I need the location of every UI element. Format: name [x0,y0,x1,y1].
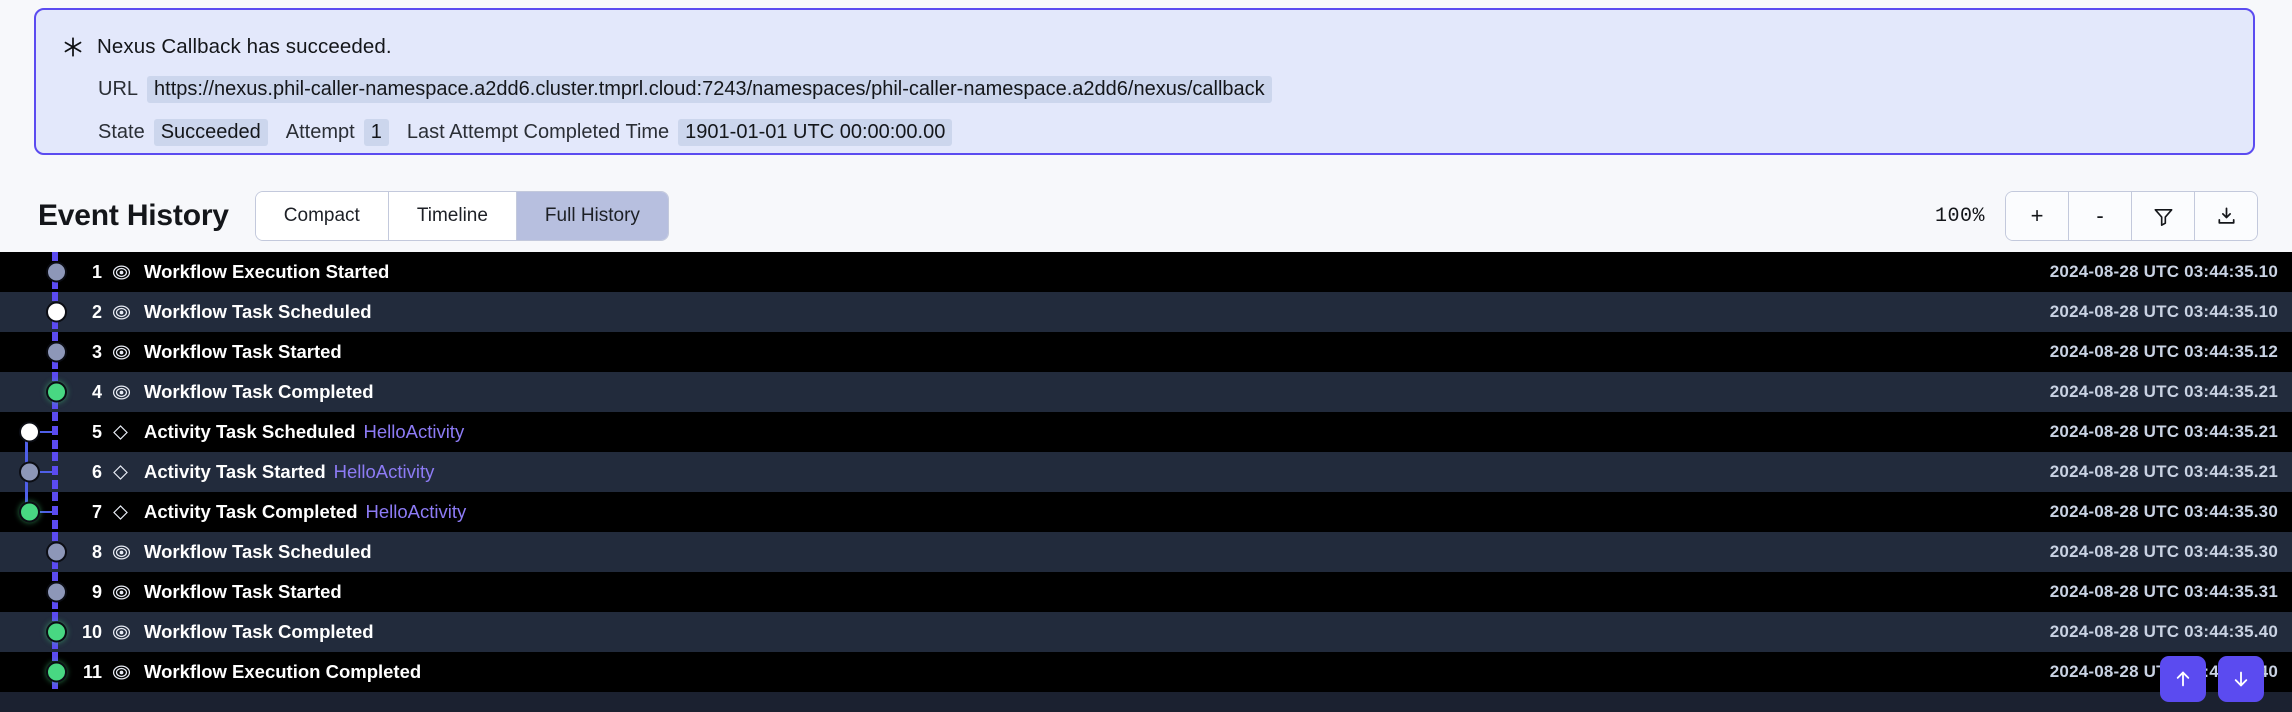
event-status-marker [19,461,40,483]
table-row[interactable]: 3 Workflow Task Started 2024-08-28 UTC 03:… [0,332,2292,372]
view-mode-segmented-control: Compact Timeline Full History [254,191,669,241]
event-name: Workflow Execution Started [144,261,390,282]
history-controls-group: + - [2005,191,2258,241]
event-timestamp: 2024-08-28 UTC 03:44:35.30 [2049,542,2278,561]
table-row[interactable]: 5 Activity Task Scheduled HelloActivity 202… [0,412,2292,452]
table-row[interactable]: 9 Workflow Task Started 2024-08-28 UTC 03:… [0,572,2292,612]
workflow-icon [112,583,138,602]
event-timestamp: 2024-08-28 UTC 03:44:35.10 [2049,302,2278,321]
event-timestamp: 2024-08-28 UTC 03:44:35.21 [2049,422,2278,441]
scroll-nav-buttons [2160,656,2264,702]
activity-diamond-icon [112,464,138,481]
download-icon[interactable] [2195,192,2257,240]
url-value: https://nexus.phil-caller-namespace.a2dd… [147,76,1272,103]
workflow-icon [112,263,138,282]
event-detail-link[interactable]: HelloActivity [334,461,435,482]
event-id: 4 [91,381,102,402]
banner-title-row: Nexus Callback has succeeded. [62,32,2227,62]
event-name: Activity Task Completed HelloActivity [144,501,467,522]
event-id: 9 [91,581,102,602]
event-name: Workflow Task Scheduled [144,541,372,562]
state-label: State [98,121,145,143]
event-name: Workflow Task Started [144,341,342,362]
table-row[interactable]: 2 Workflow Task Scheduled 2024-08-28 UTC 0… [0,292,2292,332]
event-id: 2 [91,301,102,322]
table-row[interactable]: 10 Workflow Task Completed 2024-08-28 UTC … [0,612,2292,652]
asterisk-icon [62,36,84,58]
event-timestamp: 2024-08-28 UTC 03:44:35.12 [2049,342,2278,361]
tab-full-history[interactable]: Full History [516,192,668,240]
tab-timeline[interactable]: Timeline [388,192,517,240]
url-label: URL [98,78,139,100]
zoom-level-label: 100% [1934,204,1985,228]
event-timestamp: 2024-08-28 UTC 03:44:35.21 [2049,462,2278,481]
event-id: 5 [91,421,102,442]
workflow-icon [112,663,138,682]
event-name: Workflow Execution Completed [144,661,422,682]
event-id: 6 [91,461,102,482]
workflow-icon [112,303,138,322]
banner-title: Nexus Callback has succeeded. [97,35,392,58]
arrow-down-icon[interactable] [2218,656,2264,702]
event-name: Activity Task Started HelloActivity [144,461,435,482]
event-name: Activity Task Scheduled HelloActivity [144,421,465,442]
nexus-callback-banner: Nexus Callback has succeeded. URL https:… [34,8,2255,155]
zoom-in-button[interactable]: + [2006,192,2069,240]
attempt-value: 1 [363,119,389,146]
state-value: Succeeded [153,119,268,146]
event-id: 11 [82,661,102,682]
attempt-label: Attempt [285,121,355,143]
event-history-list[interactable]: 1 Workflow Execution Started 2024-08-28 UT… [0,252,2292,712]
event-id: 10 [81,621,102,642]
workflow-track [52,492,58,532]
event-id: 3 [91,341,102,362]
last-attempt-label: Last Attempt Completed Time [406,121,670,143]
event-timestamp: 2024-08-28 UTC 03:44:35.31 [2049,582,2278,601]
funnel-icon[interactable] [2132,192,2195,240]
event-timestamp: 2024-08-28 UTC 03:44:35.10 [2049,262,2278,281]
app-root: Nexus Callback has succeeded. URL https:… [0,0,2292,712]
workflow-icon [112,623,138,642]
event-name: Workflow Task Completed [144,621,374,642]
workflow-icon [112,383,138,402]
workflow-icon [112,343,138,362]
table-row[interactable]: 7 Activity Task Completed HelloActivity 202… [0,492,2292,532]
zoom-out-button[interactable]: - [2069,192,2132,240]
last-attempt-value: 1901-01-01 UTC 00:00:00.00 [678,119,953,146]
workflow-track [52,412,58,452]
event-timestamp: 2024-08-28 UTC 03:44:35.21 [2049,382,2278,401]
banner-url-row: URL https://nexus.phil-caller-namespace.… [62,76,2227,103]
table-row[interactable]: 4 Workflow Task Completed 2024-08-28 UTC 0… [0,372,2292,412]
workflow-icon [112,543,138,562]
event-timestamp: 2024-08-28 UTC 03:44:35.40 [2049,622,2278,641]
event-detail-link[interactable]: HelloActivity [363,421,464,442]
event-name: Workflow Task Completed [144,381,374,402]
table-row[interactable]: 11 Workflow Execution Completed 2024-08-28… [0,652,2292,692]
event-id: 8 [91,541,102,562]
arrow-up-icon[interactable] [2160,656,2206,702]
activity-diamond-icon [112,504,138,521]
activity-diamond-icon [112,424,138,441]
event-status-marker [19,501,40,523]
table-row[interactable]: 6 Activity Task Started HelloActivity 2024-… [0,452,2292,492]
tab-compact[interactable]: Compact [255,192,389,240]
event-name: Workflow Task Scheduled [144,301,372,322]
event-status-marker [19,421,40,443]
workflow-track [52,452,58,492]
table-row[interactable]: 8 Workflow Task Scheduled 2024-08-28 UTC 0… [0,532,2292,572]
event-name: Workflow Task Started [144,581,342,602]
table-row[interactable]: 1 Workflow Execution Started 2024-08-28 UT… [0,252,2292,292]
event-id: 1 [91,261,102,282]
banner-state-row: State Succeeded Attempt 1 Last Attempt C… [62,119,2227,146]
event-detail-link[interactable]: HelloActivity [366,501,467,522]
event-history-toolbar: Event History Compact Timeline Full Hist… [0,180,2292,252]
event-timestamp: 2024-08-28 UTC 03:44:35.30 [2049,502,2278,521]
page-title: Event History [38,199,229,232]
event-id: 7 [91,501,102,522]
